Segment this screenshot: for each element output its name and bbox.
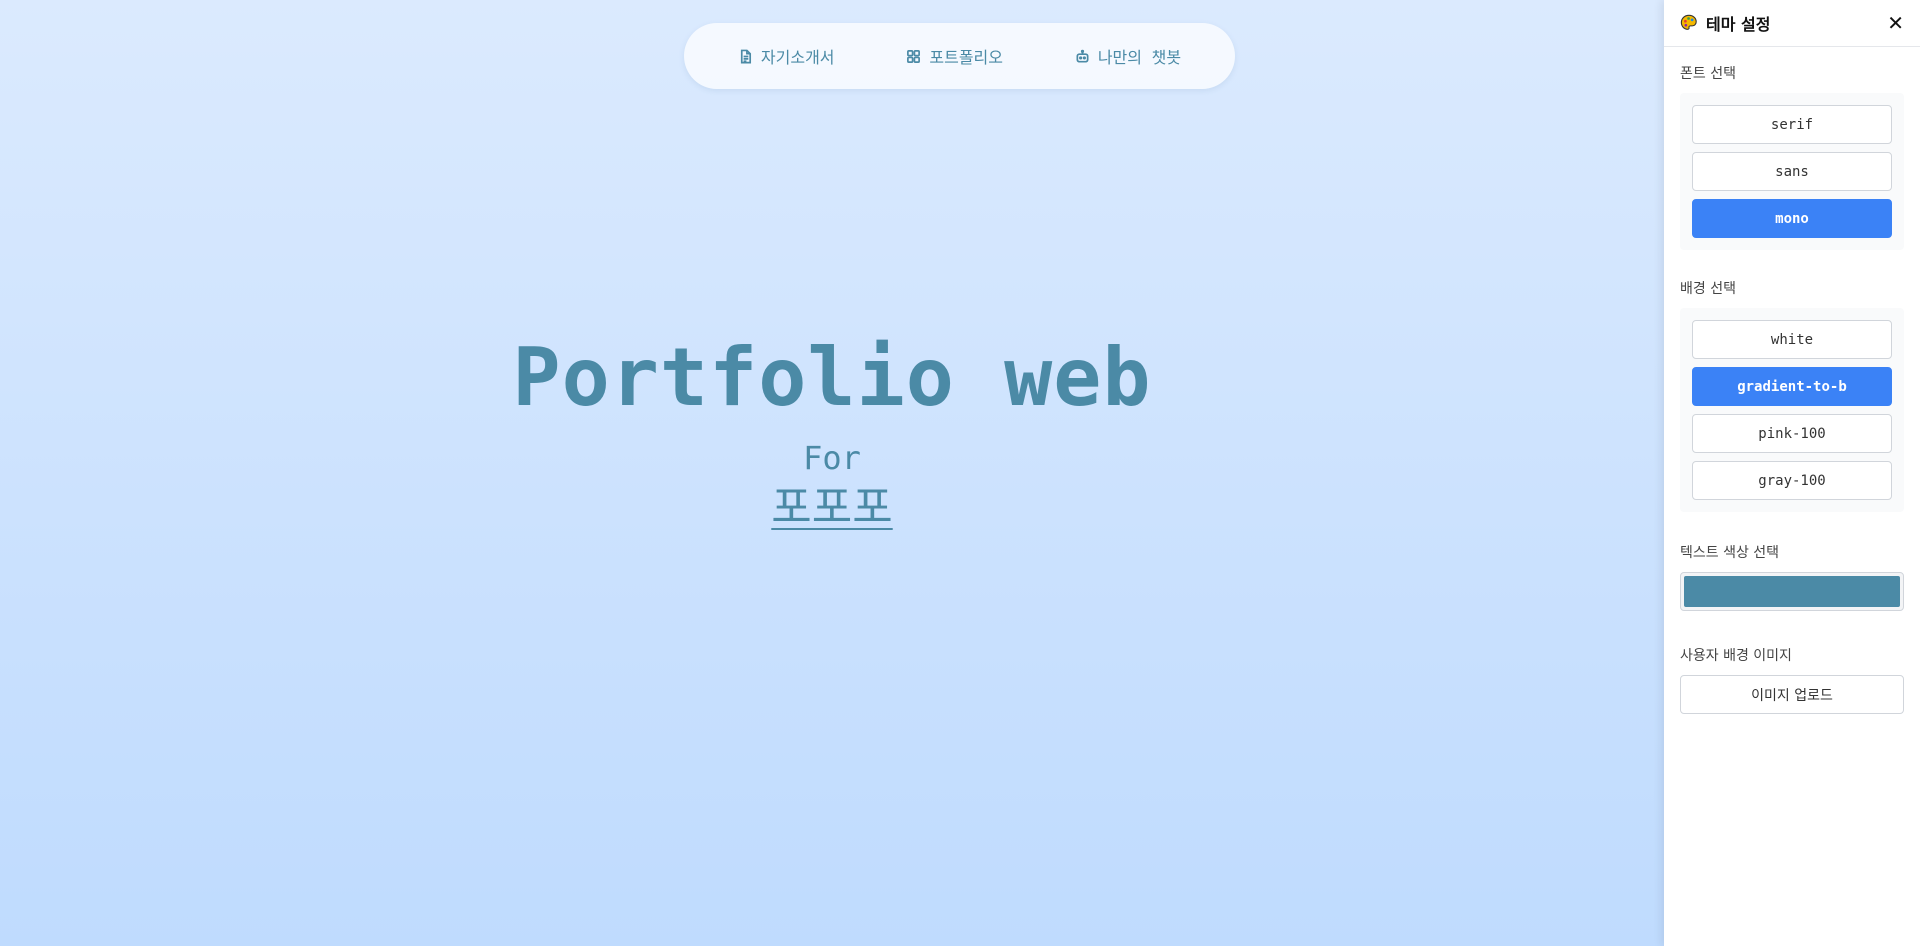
bg-section-label: 배경 선택 — [1680, 281, 1736, 297]
bg-options: white gradient-to-b pink-100 gray-100 — [1680, 308, 1904, 512]
font-option-mono[interactable]: mono — [1692, 199, 1892, 238]
nav-item-label: 나만의 챗봇 — [1097, 48, 1182, 67]
text-color-section-label: 텍스트 색상 선택 — [1680, 545, 1780, 561]
text-color-swatch — [1684, 576, 1900, 607]
panel-title: 테마 설정 — [1706, 15, 1771, 34]
bg-option-white[interactable]: white — [1692, 320, 1892, 359]
text-color-picker[interactable] — [1680, 572, 1904, 611]
top-nav: 자기소개서 포트폴리오 나만의 챗봇 — [684, 23, 1235, 89]
bg-option-gray[interactable]: gray-100 — [1692, 461, 1892, 500]
panel-header: 테마 설정 ✕ — [1664, 0, 1920, 47]
font-options: serif sans mono — [1680, 93, 1904, 250]
palette-icon — [1680, 14, 1697, 30]
nav-item-portfolio[interactable]: 포트폴리오 — [906, 44, 1003, 68]
bg-option-pink[interactable]: pink-100 — [1692, 414, 1892, 453]
hero-for-label: For — [803, 439, 861, 477]
nav-item-label: 자기소개서 — [760, 48, 835, 67]
hero-name-link[interactable]: 포포포 — [0, 478, 1664, 538]
hero: Portfolio web For 포포포 — [0, 330, 1664, 538]
font-section-label: 폰트 선택 — [1680, 66, 1736, 82]
main-content: 자기소개서 포트폴리오 나만의 챗봇 Portfolio web For 포포포 — [0, 0, 1664, 946]
nav-item-chatbot[interactable]: 나만의 챗봇 — [1075, 44, 1181, 68]
bot-icon — [1076, 49, 1089, 62]
bg-image-section-label: 사용자 배경 이미지 — [1680, 648, 1792, 664]
font-option-serif[interactable]: serif — [1692, 105, 1892, 144]
document-icon — [740, 49, 751, 63]
grid-icon — [907, 49, 921, 63]
nav-item-intro[interactable]: 자기소개서 — [738, 44, 835, 68]
font-option-sans[interactable]: sans — [1692, 152, 1892, 191]
hero-title: Portfolio web — [512, 331, 1152, 424]
theme-settings-panel: 테마 설정 ✕ 폰트 선택 serif sans mono 배경 선택 whit… — [1664, 0, 1920, 946]
close-button[interactable]: ✕ — [1887, 11, 1904, 35]
bg-option-gradient[interactable]: gradient-to-b — [1692, 367, 1892, 406]
nav-item-label: 포트폴리오 — [929, 48, 1003, 67]
image-upload-button[interactable]: 이미지 업로드 — [1680, 675, 1904, 714]
